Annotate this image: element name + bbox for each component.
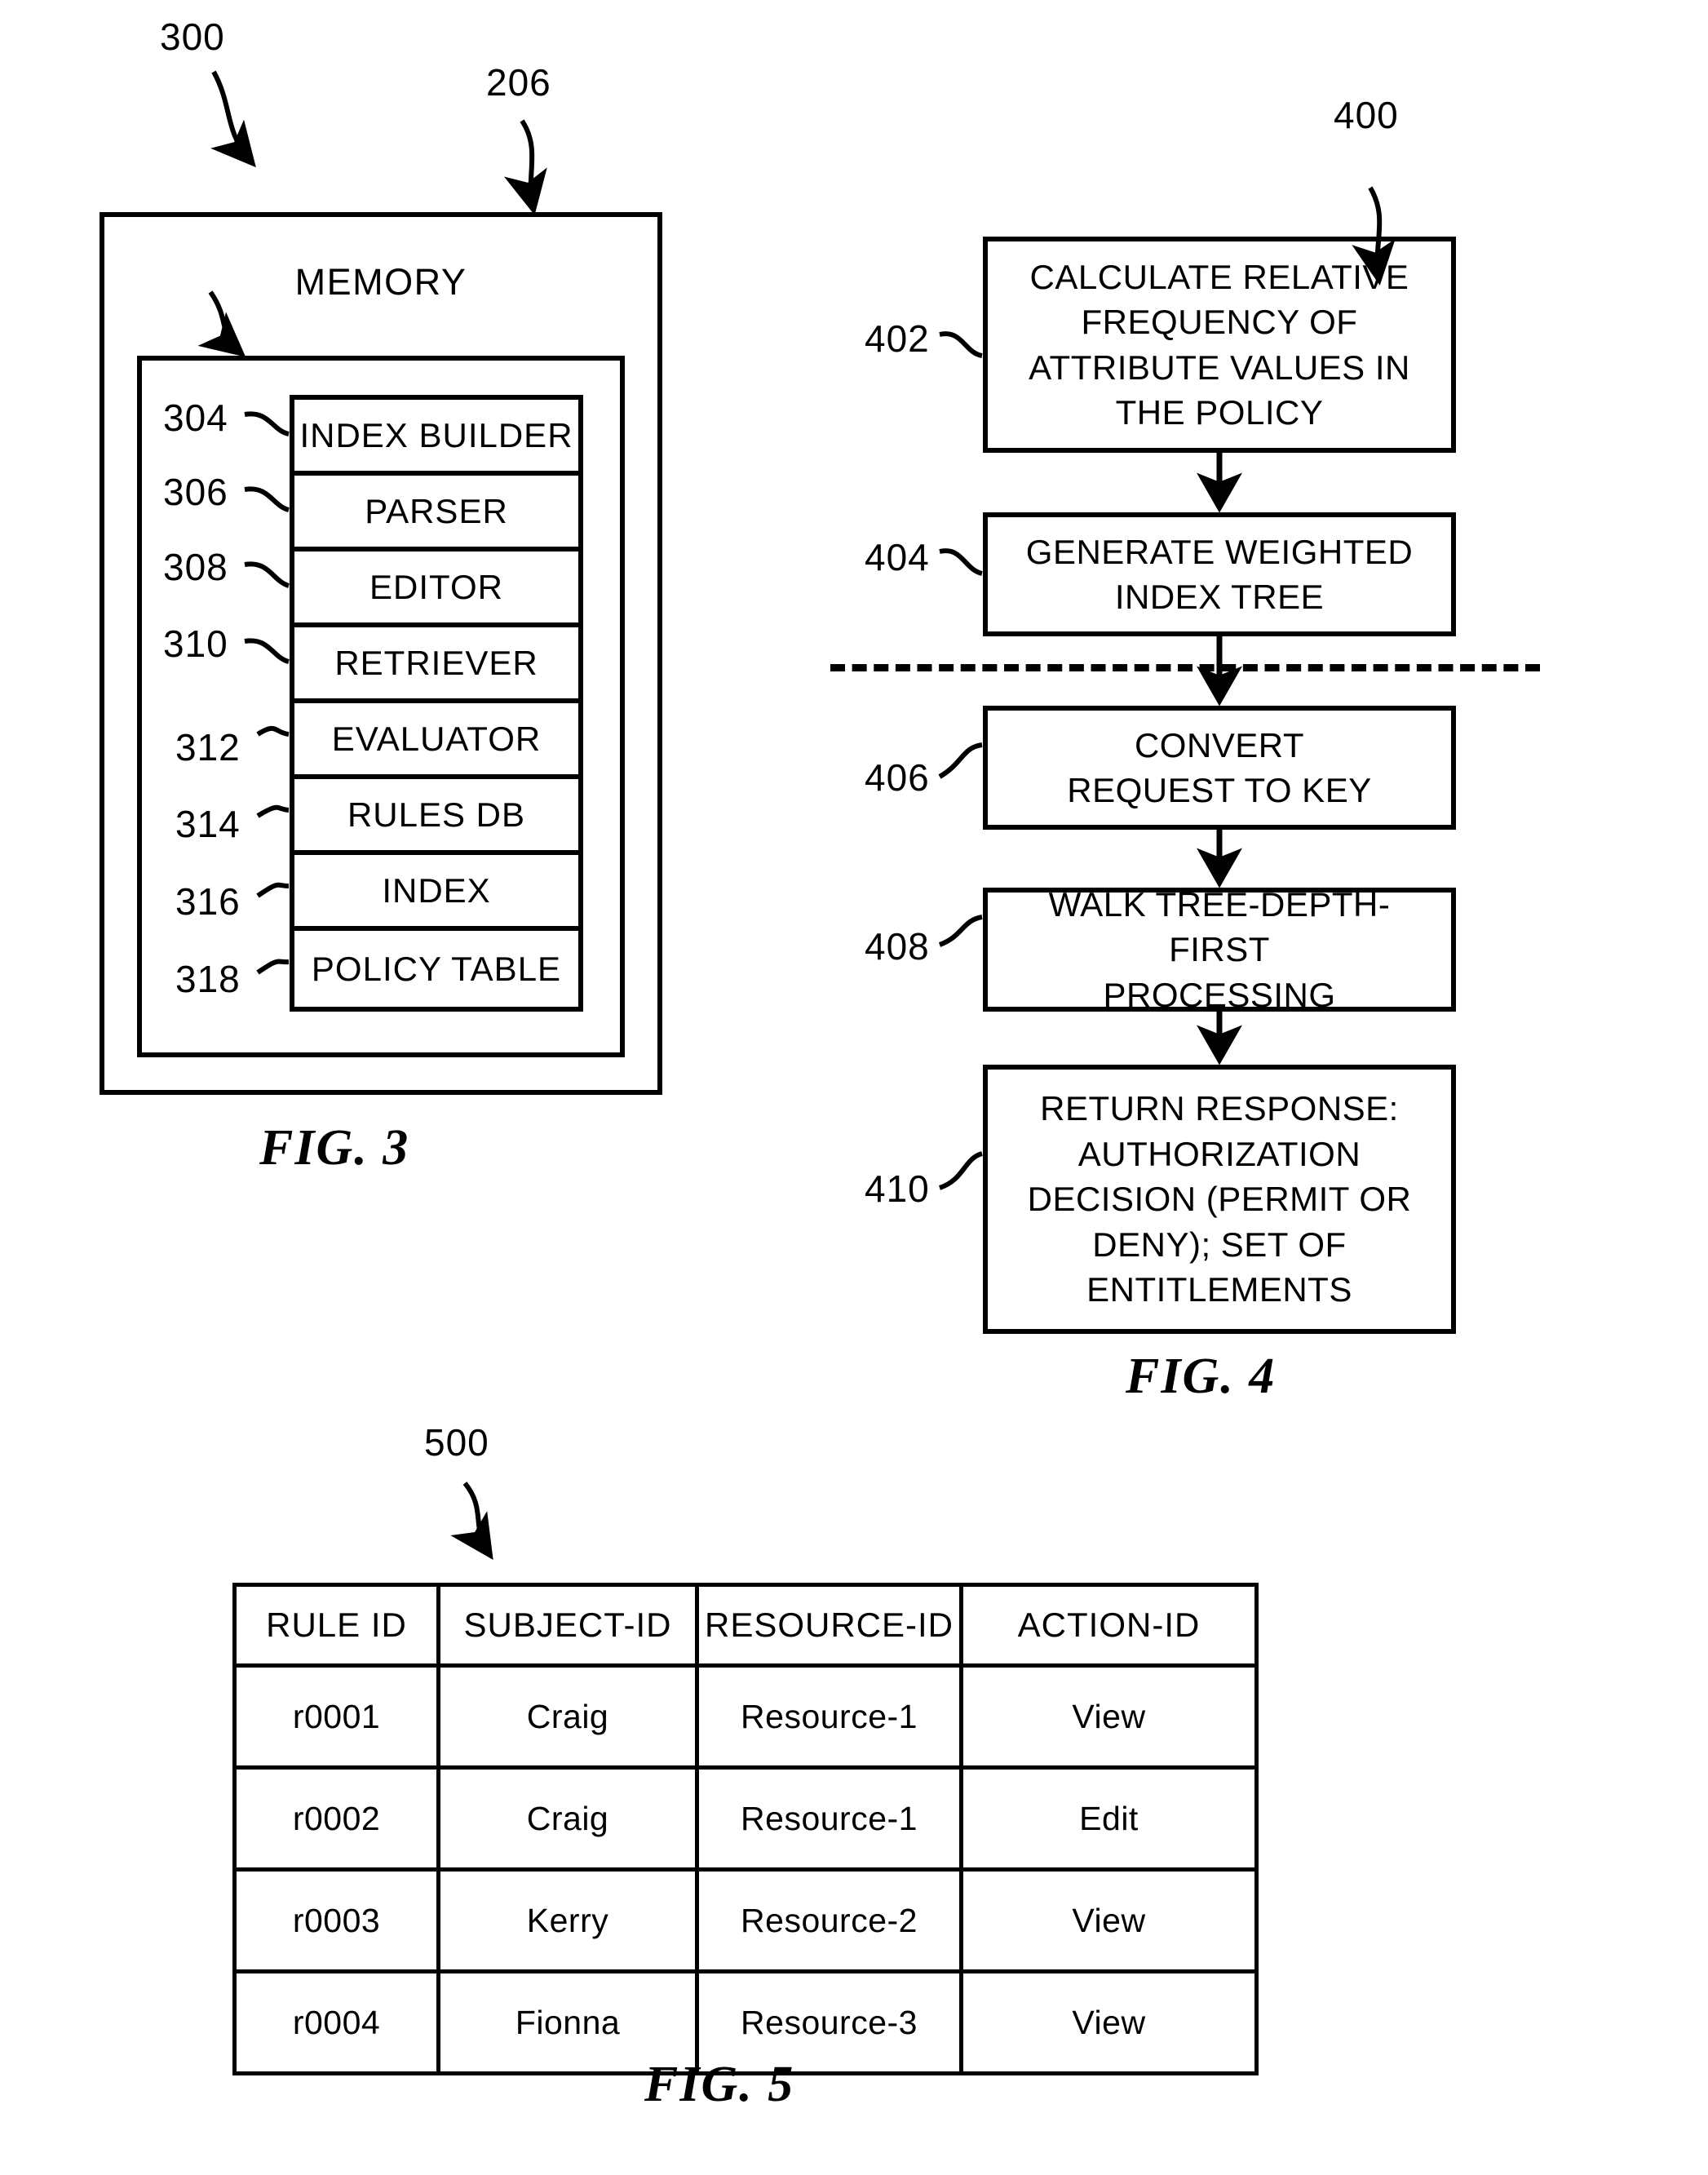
reference-numeral-308: 308 <box>163 546 228 588</box>
module-evaluator: EVALUATOR <box>294 703 578 779</box>
flow-step-406-line-2: REQUEST TO KEY <box>1067 771 1372 809</box>
column-header-action-id: ACTION-ID <box>959 1583 1259 1668</box>
table-header-row: RULE ID SUBJECT-ID RESOURCE-ID ACTION-ID <box>232 1583 1259 1668</box>
flow-step-406: CONVERT REQUEST TO KEY <box>983 706 1456 830</box>
reference-numeral-410: 410 <box>865 1167 930 1210</box>
leader-line-402 <box>939 331 983 358</box>
reference-numeral-306: 306 <box>163 471 228 513</box>
flow-step-406-line-1: CONVERT <box>1134 725 1305 764</box>
flow-step-410-line-4: DENY); SET OF <box>1092 1225 1347 1264</box>
cell-subject-id: Kerry <box>436 1867 699 1973</box>
flow-step-402-line-3: ATTRIBUTE VALUES IN <box>1029 348 1410 387</box>
reference-numeral-206: 206 <box>486 61 551 104</box>
flow-step-408-line-1: WALK TREE-DEPTH-FIRST <box>1048 884 1391 969</box>
figure-4-caption: FIG. 4 <box>1126 1349 1277 1404</box>
leader-arrow-500 <box>450 1482 493 1560</box>
cell-rule-id: r0001 <box>232 1663 440 1770</box>
leader-line-406a <box>939 548 983 576</box>
reference-numeral-400: 400 <box>1334 94 1399 136</box>
flow-step-410-line-5: ENTITLEMENTS <box>1086 1270 1352 1309</box>
module-rules-db: RULES DB <box>294 779 578 855</box>
module-parser: PARSER <box>294 476 578 552</box>
cell-action-id: View <box>959 1969 1259 2075</box>
column-header-resource-id: RESOURCE-ID <box>695 1583 963 1668</box>
reference-numeral-300: 300 <box>160 16 225 58</box>
leader-line-408 <box>938 915 983 947</box>
flow-step-408: WALK TREE-DEPTH-FIRST PROCESSING <box>983 885 1456 1014</box>
reference-numeral-304: 304 <box>163 396 228 439</box>
reference-numeral-408: 408 <box>865 925 930 968</box>
flow-step-404-line-2: INDEX TREE <box>1114 578 1325 616</box>
flow-step-408-line-2: PROCESSING <box>1103 975 1336 1014</box>
module-index-builder: INDEX BUILDER <box>294 400 578 476</box>
reference-numeral-500: 500 <box>424 1421 489 1464</box>
module-editor: EDITOR <box>294 552 578 627</box>
reference-numeral-402: 402 <box>865 317 930 360</box>
memory-module-stack: INDEX BUILDER PARSER EDITOR RETRIEVER EV… <box>290 395 583 1012</box>
module-policy-table: POLICY TABLE <box>294 931 578 1007</box>
policy-table: RULE ID SUBJECT-ID RESOURCE-ID ACTION-ID… <box>232 1583 1259 2075</box>
leader-arrow-206 <box>503 119 547 215</box>
table-row: r0001 Craig Resource-1 View <box>232 1663 1259 1770</box>
flow-step-402-line-2: FREQUENCY OF <box>1081 303 1358 342</box>
table-row: r0002 Craig Resource-1 Edit <box>232 1765 1259 1872</box>
reference-numeral-312: 312 <box>175 726 241 769</box>
reference-numeral-318: 318 <box>175 958 241 1000</box>
flow-step-404: GENERATE WEIGHTED INDEX TREE <box>983 512 1456 636</box>
figure-3-caption: FIG. 3 <box>259 1120 410 1176</box>
phase-separator-dashed-line <box>830 664 1540 671</box>
cell-action-id: View <box>959 1663 1259 1770</box>
flow-step-402: CALCULATE RELATIVE FREQUENCY OF ATTRIBUT… <box>983 237 1456 453</box>
flow-step-402-line-1: CALCULATE RELATIVE <box>1029 257 1409 296</box>
reference-numeral-406: 406 <box>865 756 930 799</box>
column-header-subject-id: SUBJECT-ID <box>436 1583 699 1668</box>
reference-numeral-310: 310 <box>163 622 228 665</box>
cell-rule-id: r0002 <box>232 1765 440 1872</box>
table-row: r0003 Kerry Resource-2 View <box>232 1867 1259 1973</box>
leader-line-410 <box>938 1151 984 1190</box>
flow-step-410-line-2: AUTHORIZATION <box>1077 1134 1361 1173</box>
flow-step-410: RETURN RESPONSE: AUTHORIZATION DECISION … <box>983 1065 1456 1334</box>
column-header-rule-id: RULE ID <box>232 1583 440 1668</box>
reference-numeral-316: 316 <box>175 880 241 923</box>
reference-numeral-404: 404 <box>865 536 930 578</box>
cell-rule-id: r0003 <box>232 1867 440 1973</box>
memory-label: MEMORY <box>294 261 467 303</box>
cell-subject-id: Craig <box>436 1663 699 1770</box>
module-retriever: RETRIEVER <box>294 627 578 703</box>
cell-resource-id: Resource-2 <box>695 1867 963 1973</box>
flow-step-404-line-1: GENERATE WEIGHTED <box>1025 532 1414 571</box>
module-index: INDEX <box>294 855 578 931</box>
cell-action-id: View <box>959 1867 1259 1973</box>
leader-arrow-300 <box>210 70 256 168</box>
flow-step-410-line-1: RETURN RESPONSE: <box>1040 1089 1399 1128</box>
leader-line-406 <box>938 742 983 779</box>
flow-step-410-line-3: DECISION (PERMIT OR <box>1027 1180 1412 1219</box>
cell-action-id: Edit <box>959 1765 1259 1872</box>
figure-5-caption: FIG. 5 <box>644 2057 795 2112</box>
cell-resource-id: Resource-1 <box>695 1765 963 1872</box>
reference-numeral-314: 314 <box>175 803 241 845</box>
cell-subject-id: Craig <box>436 1765 699 1872</box>
flow-step-402-line-4: THE POLICY <box>1115 392 1324 432</box>
patent-drawing-sheet: 300 206 302 MEMORY INDEX BUILDER PARSER … <box>0 0 1708 2175</box>
cell-rule-id: r0004 <box>232 1969 440 2075</box>
cell-resource-id: Resource-1 <box>695 1663 963 1770</box>
